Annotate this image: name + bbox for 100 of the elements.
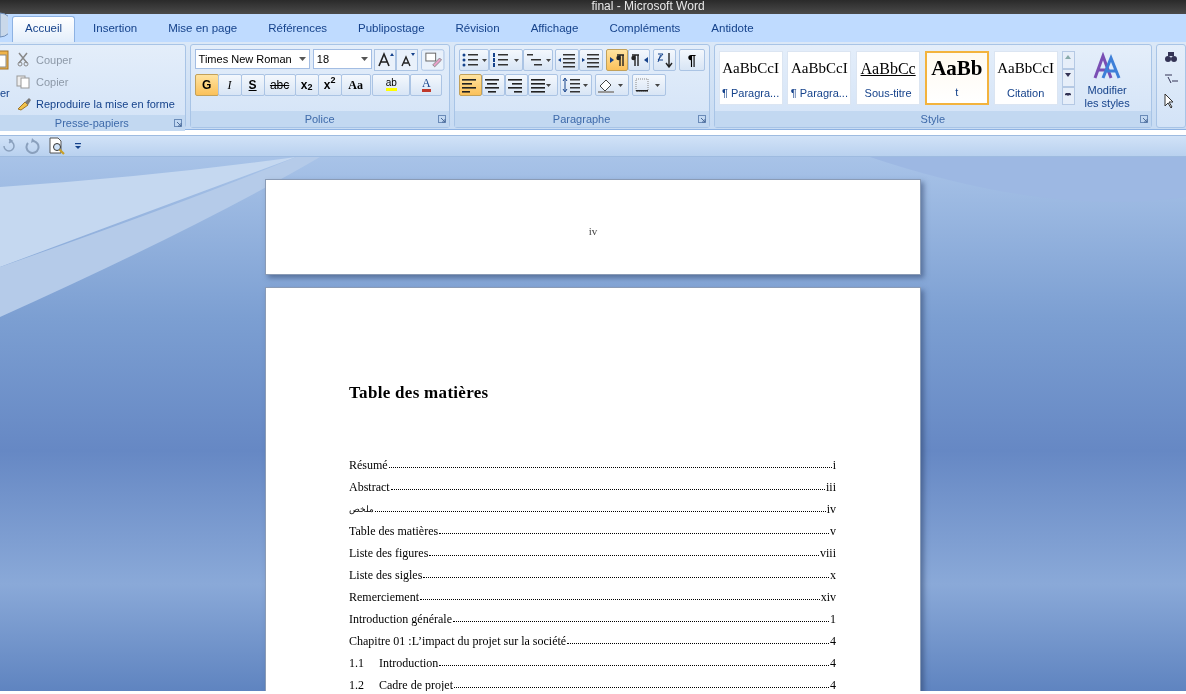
shading-button[interactable] [595, 73, 630, 96]
align-center-button[interactable] [481, 73, 505, 96]
toc-entry-title: ملخص [349, 502, 374, 516]
paste-label[interactable]: er [0, 84, 12, 102]
toc-page-number: v [830, 523, 836, 538]
copy-icon [16, 74, 32, 90]
ribbon-tab[interactable]: Références [255, 15, 341, 42]
ribbon-tab[interactable]: Mise en page [155, 15, 251, 42]
multilevel-list-icon [524, 52, 551, 68]
left-to-right-button[interactable] [606, 49, 629, 71]
group-label: Presse-papiers [54, 117, 129, 129]
shrink-font-icon[interactable] [396, 49, 419, 71]
decrease-indent-button[interactable] [555, 49, 580, 71]
styles-icon [1093, 52, 1122, 80]
toc-page-number: viii [820, 545, 836, 560]
toc-page-number: iv [826, 501, 836, 516]
toc-page-number: 4 [830, 633, 836, 648]
align-justify-button[interactable] [527, 73, 558, 96]
window-title: final - Microsoft Word [0, 0, 1186, 14]
group-label: Paragraphe [552, 113, 611, 125]
font-color-button[interactable]: A [410, 73, 443, 96]
format-button[interactable]: abc [263, 73, 296, 96]
ribbon-tab[interactable]: Antidote [698, 15, 767, 42]
right-to-left-icon [630, 52, 649, 68]
dialog-launcher-icon[interactable] [173, 119, 182, 127]
toc-entry-title: Table des matières [349, 523, 439, 538]
ribbon-tab[interactable]: Compléments [596, 15, 694, 42]
sort-button[interactable] [652, 49, 677, 71]
bullet-list-button[interactable] [458, 49, 489, 71]
group-label: Police [304, 113, 335, 125]
numbered-list-button[interactable] [488, 49, 523, 71]
line-spacing-button[interactable] [560, 73, 593, 96]
show-marks-button[interactable]: ¶ [679, 49, 705, 71]
toc-page-number: xiv [820, 589, 836, 604]
decrease-indent-icon [557, 52, 578, 68]
document-heading: Table des matières [349, 382, 490, 404]
change-styles-button[interactable]: Modifier les styles [1078, 51, 1137, 111]
toc-page-number: iii [826, 479, 836, 494]
more-styles-icon[interactable] [1062, 87, 1076, 105]
toc-page-number: 1 [830, 611, 836, 626]
ribbon-tab[interactable]: Affichage [517, 15, 592, 42]
left-to-right-icon [608, 52, 627, 68]
format-button[interactable]: x$^{2}$ [317, 73, 342, 96]
style-swatch[interactable]: AaBb t [924, 51, 989, 105]
style-swatch[interactable]: AaBbCcI ¶ Paragra... [787, 51, 852, 105]
align-left-button[interactable] [458, 73, 482, 96]
customize-icon[interactable] [74, 141, 82, 151]
font-size-field[interactable]: 18 [312, 49, 372, 69]
print-preview-icon[interactable] [48, 137, 66, 155]
find-icon [1163, 49, 1179, 65]
dialog-launcher-icon[interactable] [1140, 115, 1148, 123]
section-number: 1.2 [349, 677, 365, 691]
toc-entry-title: Abstract [349, 479, 390, 494]
section-number: 1.1 [349, 655, 365, 670]
toc-page-number: x [830, 567, 836, 582]
font-name-field[interactable]: Times New Roman [194, 49, 311, 69]
ribbon-tab[interactable]: Publipostage [345, 15, 438, 42]
ribbon-tab[interactable]: Accueil [12, 15, 76, 42]
format-button[interactable]: G [194, 73, 219, 96]
style-swatch[interactable]: AaBbCcI ¶ Paragra... [718, 51, 783, 105]
select-pointer-icon [1163, 93, 1175, 109]
increase-indent-button[interactable] [579, 49, 604, 71]
scissors-icon [16, 52, 32, 68]
sort-icon [654, 52, 675, 68]
dialog-launcher-icon[interactable] [697, 115, 706, 123]
format-button[interactable]: S [240, 73, 265, 96]
toc-entry-title: Introduction [379, 655, 439, 670]
toc-entry-title: Remerciement [349, 589, 419, 604]
group-label: Style [920, 113, 946, 125]
toc-entry-title: Cadre de projet [379, 677, 453, 691]
toc-page-number: 4 [830, 677, 836, 691]
align-right-button[interactable] [504, 73, 528, 96]
borders-button[interactable] [631, 73, 666, 96]
clipboard-icon[interactable] [0, 49, 10, 71]
style-swatch[interactable]: AaBbCcI Citation [993, 51, 1058, 105]
multilevel-list-button[interactable] [522, 49, 553, 71]
page-number: iv [587, 224, 599, 239]
bullet-list-icon [460, 52, 487, 68]
grow-font-icon[interactable] [374, 49, 397, 71]
clipboard-action[interactable]: Reproduire la mise en forme [14, 93, 177, 115]
ribbon-tab[interactable]: Révision [442, 15, 513, 42]
line-spacing-icon [562, 76, 591, 93]
dropdown-arrow-icon [299, 57, 307, 61]
scroll-down-icon[interactable] [1062, 69, 1076, 87]
numbered-list-icon [490, 52, 521, 68]
toc-entry-title: Résumé [349, 457, 388, 472]
style-swatch[interactable]: AaBbCc Sous-titre [856, 51, 921, 105]
toc-page-number: i [832, 457, 836, 472]
increase-indent-icon [581, 52, 602, 68]
office-button-icon[interactable] [0, 12, 8, 38]
format-button[interactable]: I [217, 73, 242, 96]
highlight-button[interactable]: ab [372, 73, 411, 96]
right-to-left-button[interactable] [628, 49, 651, 71]
dropdown-arrow-icon [360, 57, 368, 61]
format-button[interactable]: Aa [340, 73, 371, 96]
toc-entry-title: Chapitre 01 :L’impact du projet sur la société [349, 633, 567, 648]
format-button[interactable]: x$_{2}$ [294, 73, 319, 96]
dialog-launcher-icon[interactable] [437, 115, 446, 123]
paintbrush-icon [16, 96, 32, 112]
ribbon-tab[interactable]: Insertion [80, 15, 151, 42]
